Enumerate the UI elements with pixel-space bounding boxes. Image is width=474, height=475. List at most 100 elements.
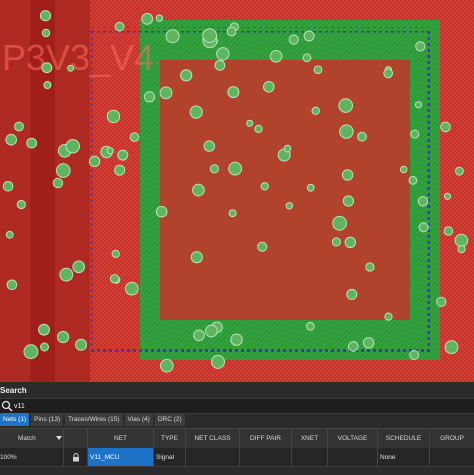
via bbox=[52, 177, 64, 189]
via bbox=[384, 312, 393, 321]
via bbox=[203, 140, 216, 152]
via bbox=[257, 241, 268, 252]
sort-arrow-icon[interactable] bbox=[54, 429, 64, 448]
column-header-group[interactable]: GROUP bbox=[430, 429, 474, 448]
via bbox=[303, 30, 315, 42]
via bbox=[341, 169, 354, 181]
via bbox=[357, 131, 367, 142]
via bbox=[332, 215, 348, 231]
table-row[interactable]: 100% V11_MCU Signal None bbox=[0, 448, 474, 467]
via bbox=[43, 81, 52, 89]
via bbox=[202, 28, 218, 43]
search-bar bbox=[0, 398, 474, 414]
via bbox=[56, 163, 71, 178]
via bbox=[189, 105, 203, 119]
via bbox=[75, 338, 87, 351]
via bbox=[141, 12, 154, 25]
column-header-xnet[interactable]: XNET bbox=[292, 429, 328, 448]
via bbox=[417, 196, 429, 207]
column-header-schedule[interactable]: SCHEDULE bbox=[378, 429, 430, 448]
via bbox=[344, 236, 356, 249]
tab-traces-wires[interactable]: Traces/Wires (15) bbox=[65, 413, 123, 426]
column-header-net[interactable]: NET bbox=[88, 429, 154, 448]
via bbox=[143, 91, 156, 103]
via bbox=[193, 329, 205, 342]
column-header-net-class[interactable]: NET CLASS bbox=[186, 429, 240, 448]
via bbox=[260, 182, 269, 191]
via bbox=[124, 281, 139, 296]
via bbox=[57, 330, 70, 344]
via bbox=[38, 323, 50, 336]
via bbox=[226, 26, 237, 37]
via bbox=[23, 344, 39, 360]
via bbox=[106, 147, 114, 155]
via bbox=[288, 34, 299, 45]
via bbox=[285, 202, 293, 210]
search-input[interactable] bbox=[14, 399, 454, 413]
panel-title: Search bbox=[0, 386, 27, 395]
pcb-canvas[interactable]: P3V3_V4 bbox=[0, 0, 474, 382]
via bbox=[254, 124, 263, 133]
tab-drc[interactable]: DRC (2) bbox=[154, 413, 185, 426]
via bbox=[5, 133, 17, 146]
via bbox=[283, 144, 292, 153]
via bbox=[342, 195, 354, 207]
via bbox=[16, 199, 26, 210]
via bbox=[106, 109, 121, 124]
column-header-voltage[interactable]: VOLTAGE bbox=[328, 429, 378, 448]
via bbox=[6, 279, 18, 291]
voltage-cell bbox=[328, 448, 378, 466]
schedule-cell: None bbox=[378, 448, 430, 466]
via bbox=[339, 124, 354, 139]
via bbox=[306, 321, 315, 331]
via bbox=[72, 260, 85, 274]
via bbox=[114, 21, 125, 32]
via bbox=[418, 222, 429, 233]
result-tabs: Nets (1) Pins (13) Traces/Wires (15) Via… bbox=[0, 413, 187, 427]
via bbox=[109, 274, 120, 284]
via bbox=[302, 53, 312, 63]
via bbox=[313, 65, 323, 74]
net-cell[interactable]: V11_MCU bbox=[88, 448, 154, 466]
via bbox=[216, 47, 230, 61]
via bbox=[155, 205, 168, 218]
via bbox=[117, 149, 129, 161]
via bbox=[192, 183, 205, 197]
via bbox=[40, 342, 49, 352]
results-header: Match NET TYPE NET CLASS DIFF PAIR XNET … bbox=[0, 428, 474, 449]
via bbox=[443, 226, 454, 236]
search-panel: Search Nets (1) Pins (13) Traces/Wires (… bbox=[0, 382, 474, 475]
via bbox=[436, 296, 447, 307]
via bbox=[160, 358, 174, 373]
via bbox=[114, 164, 126, 176]
via bbox=[263, 81, 275, 93]
column-header-diff-pair[interactable]: DIFF PAIR bbox=[240, 429, 292, 448]
lock-icon[interactable] bbox=[64, 448, 88, 466]
via bbox=[331, 237, 341, 247]
via bbox=[59, 267, 74, 282]
via bbox=[159, 86, 173, 100]
via bbox=[214, 59, 226, 71]
via bbox=[414, 101, 423, 109]
via bbox=[26, 137, 38, 149]
group-cell bbox=[430, 448, 474, 466]
via bbox=[365, 262, 375, 272]
column-header-type[interactable]: TYPE bbox=[154, 429, 186, 448]
via bbox=[348, 341, 359, 352]
column-header-lock bbox=[64, 429, 88, 448]
via bbox=[211, 354, 225, 369]
via bbox=[129, 132, 140, 142]
via bbox=[455, 166, 464, 176]
via bbox=[269, 50, 283, 63]
xnet-cell bbox=[292, 448, 328, 466]
via bbox=[67, 64, 75, 72]
via bbox=[205, 324, 218, 338]
via bbox=[454, 233, 469, 248]
tab-vias[interactable]: Vias (4) bbox=[124, 413, 153, 426]
type-cell: Signal bbox=[154, 448, 186, 466]
tab-pins[interactable]: Pins (13) bbox=[31, 413, 64, 426]
tab-nets[interactable]: Nets (1) bbox=[0, 413, 30, 426]
search-icon[interactable] bbox=[1, 400, 13, 412]
via bbox=[228, 161, 243, 176]
via bbox=[443, 192, 452, 200]
